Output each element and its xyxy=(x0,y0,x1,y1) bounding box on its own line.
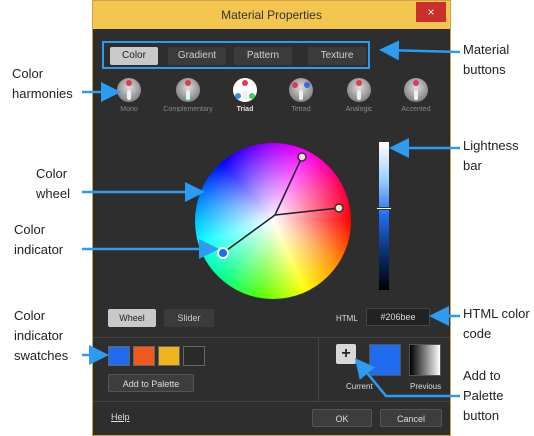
harmony-mono[interactable]: Mono xyxy=(99,78,159,113)
current-color-swatch xyxy=(369,344,401,376)
annotation-color-harmonies: Color harmonies xyxy=(12,66,73,101)
html-color-code-field[interactable]: #206bee xyxy=(366,308,430,326)
annotation-html-color-code: HTML color code xyxy=(463,306,530,341)
lightness-handle[interactable] xyxy=(376,207,392,210)
harmony-mono-icon xyxy=(117,78,141,102)
color-swatch-1[interactable] xyxy=(108,346,130,366)
divider xyxy=(93,337,450,338)
annotation-color-indicator: Color indicator xyxy=(14,222,64,257)
ok-button[interactable]: OK xyxy=(312,409,372,427)
material-tabs: Color Gradient Pattern Texture xyxy=(102,41,370,69)
harmony-tetrad-icon xyxy=(289,78,313,102)
triad-handle-2[interactable] xyxy=(334,203,344,213)
annotation-material-buttons: Material buttons xyxy=(463,42,510,77)
harmony-label: Triad xyxy=(236,106,254,113)
annotation-color-wheel: Color wheel xyxy=(36,166,70,201)
annotation-color-indicator-swatches: Color indicator swatches xyxy=(14,308,69,363)
divider xyxy=(318,337,319,401)
window-title: Material Properties xyxy=(221,8,322,22)
divider xyxy=(93,401,450,402)
previous-label: Previous xyxy=(410,382,442,391)
harmony-complementary-icon xyxy=(176,78,200,102)
tab-gradient[interactable]: Gradient xyxy=(168,47,226,65)
color-swatch-3[interactable] xyxy=(158,346,180,366)
wheel-mode-button[interactable]: Wheel xyxy=(108,309,156,327)
close-button[interactable]: × xyxy=(416,2,446,22)
harmony-label: Tetrad xyxy=(291,106,311,113)
harmony-accented-icon xyxy=(404,78,428,102)
previous-color-swatch xyxy=(409,344,441,376)
harmony-label: Complementary xyxy=(163,106,213,113)
harmony-triad[interactable]: Triad xyxy=(215,78,275,113)
add-to-palette-button[interactable]: Add to Palette xyxy=(108,374,194,392)
tab-pattern[interactable]: Pattern xyxy=(234,47,292,65)
triad-indicator-lines xyxy=(217,152,344,259)
annotation-lightness-bar: Lightness bar xyxy=(463,138,519,173)
color-swatch-2[interactable] xyxy=(133,346,155,366)
annotation-add-to-palette-button: Add to Palette button xyxy=(463,368,504,423)
tab-texture[interactable]: Texture xyxy=(308,47,366,65)
color-swatch-4[interactable] xyxy=(183,346,205,366)
harmony-label: Analogic xyxy=(345,106,373,113)
harmony-triad-icon xyxy=(233,78,257,102)
cancel-button[interactable]: Cancel xyxy=(380,409,442,427)
harmony-analogic-icon xyxy=(347,78,371,102)
harmony-label: Mono xyxy=(120,106,138,113)
tab-color[interactable]: Color xyxy=(110,47,158,65)
triad-handle-1[interactable] xyxy=(297,152,307,162)
add-to-palette-plus-button[interactable]: + xyxy=(336,344,356,364)
harmony-complementary[interactable]: Complementary xyxy=(158,78,218,113)
lightness-bar[interactable] xyxy=(379,142,389,290)
current-label: Current xyxy=(346,382,373,391)
harmony-label: Accented xyxy=(401,106,431,113)
harmony-tetrad[interactable]: Tetrad xyxy=(271,78,331,113)
html-label: HTML xyxy=(336,314,358,323)
color-indicator[interactable] xyxy=(217,247,229,259)
harmony-analogic[interactable]: Analogic xyxy=(329,78,389,113)
help-link[interactable]: Help xyxy=(111,412,130,422)
harmony-accented[interactable]: Accented xyxy=(386,78,446,113)
title-bar: Material Properties × xyxy=(93,1,450,29)
slider-mode-button[interactable]: Slider xyxy=(164,309,214,327)
